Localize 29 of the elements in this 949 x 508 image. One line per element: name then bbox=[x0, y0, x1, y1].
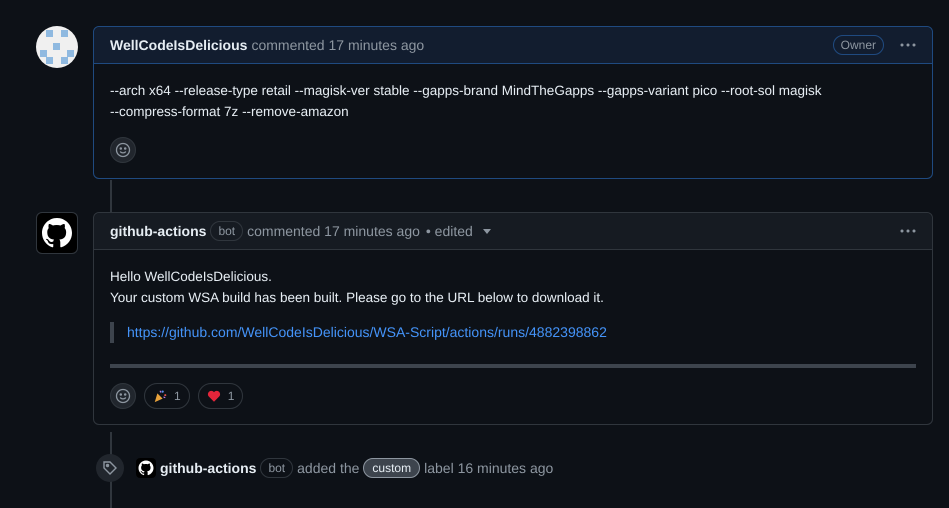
comment-meta: commented 17 minutes ago bbox=[251, 36, 424, 55]
comment-text: Hello WellCodeIsDelicious. bbox=[110, 268, 273, 286]
caret-icon[interactable] bbox=[482, 228, 491, 234]
add-reaction-button[interactable] bbox=[110, 137, 136, 163]
build-link[interactable]: https://github.com/WellCodeIsDelicious/WSA-Script/actions/runs/4882398862 bbox=[127, 324, 607, 340]
party-popper-icon bbox=[153, 389, 167, 403]
bot-label: bot bbox=[210, 221, 244, 241]
author-link[interactable]: github-actions bbox=[160, 458, 256, 478]
tag-icon bbox=[96, 454, 124, 482]
event-text: added the bbox=[297, 458, 360, 478]
reaction-button[interactable]: 1 bbox=[144, 383, 190, 409]
bot-avatar[interactable] bbox=[36, 212, 78, 254]
user-avatar[interactable] bbox=[36, 26, 78, 68]
bot-label: bot bbox=[260, 458, 294, 478]
owner-label: Owner bbox=[832, 35, 884, 55]
comment-text: Your custom WSA build has been built. Please go to the URL below to download it. bbox=[110, 289, 605, 307]
author-link[interactable]: WellCodeIsDelicious bbox=[110, 34, 248, 56]
bot-avatar[interactable] bbox=[136, 458, 156, 478]
smiley-icon bbox=[115, 142, 131, 158]
add-reaction-button[interactable] bbox=[110, 383, 136, 409]
comment-text: --arch x64 --release-type retail --magisk-ver stable --gapps-brand MindTheGapps --gapps-variant pico --root-sol magisk --compress-format 7z --remove-amazon bbox=[110, 82, 823, 121]
smiley-icon bbox=[115, 388, 131, 404]
author-link[interactable]: github-actions bbox=[110, 220, 206, 242]
comment-meta: commented 17 minutes ago bbox=[247, 222, 420, 241]
event-text: label 16 minutes ago bbox=[424, 458, 554, 478]
heart-icon bbox=[206, 389, 221, 403]
custom-label[interactable]: custom bbox=[363, 458, 420, 478]
reaction-button[interactable]: 1 bbox=[198, 383, 244, 409]
edited-dropdown[interactable]: • edited bbox=[426, 220, 473, 242]
